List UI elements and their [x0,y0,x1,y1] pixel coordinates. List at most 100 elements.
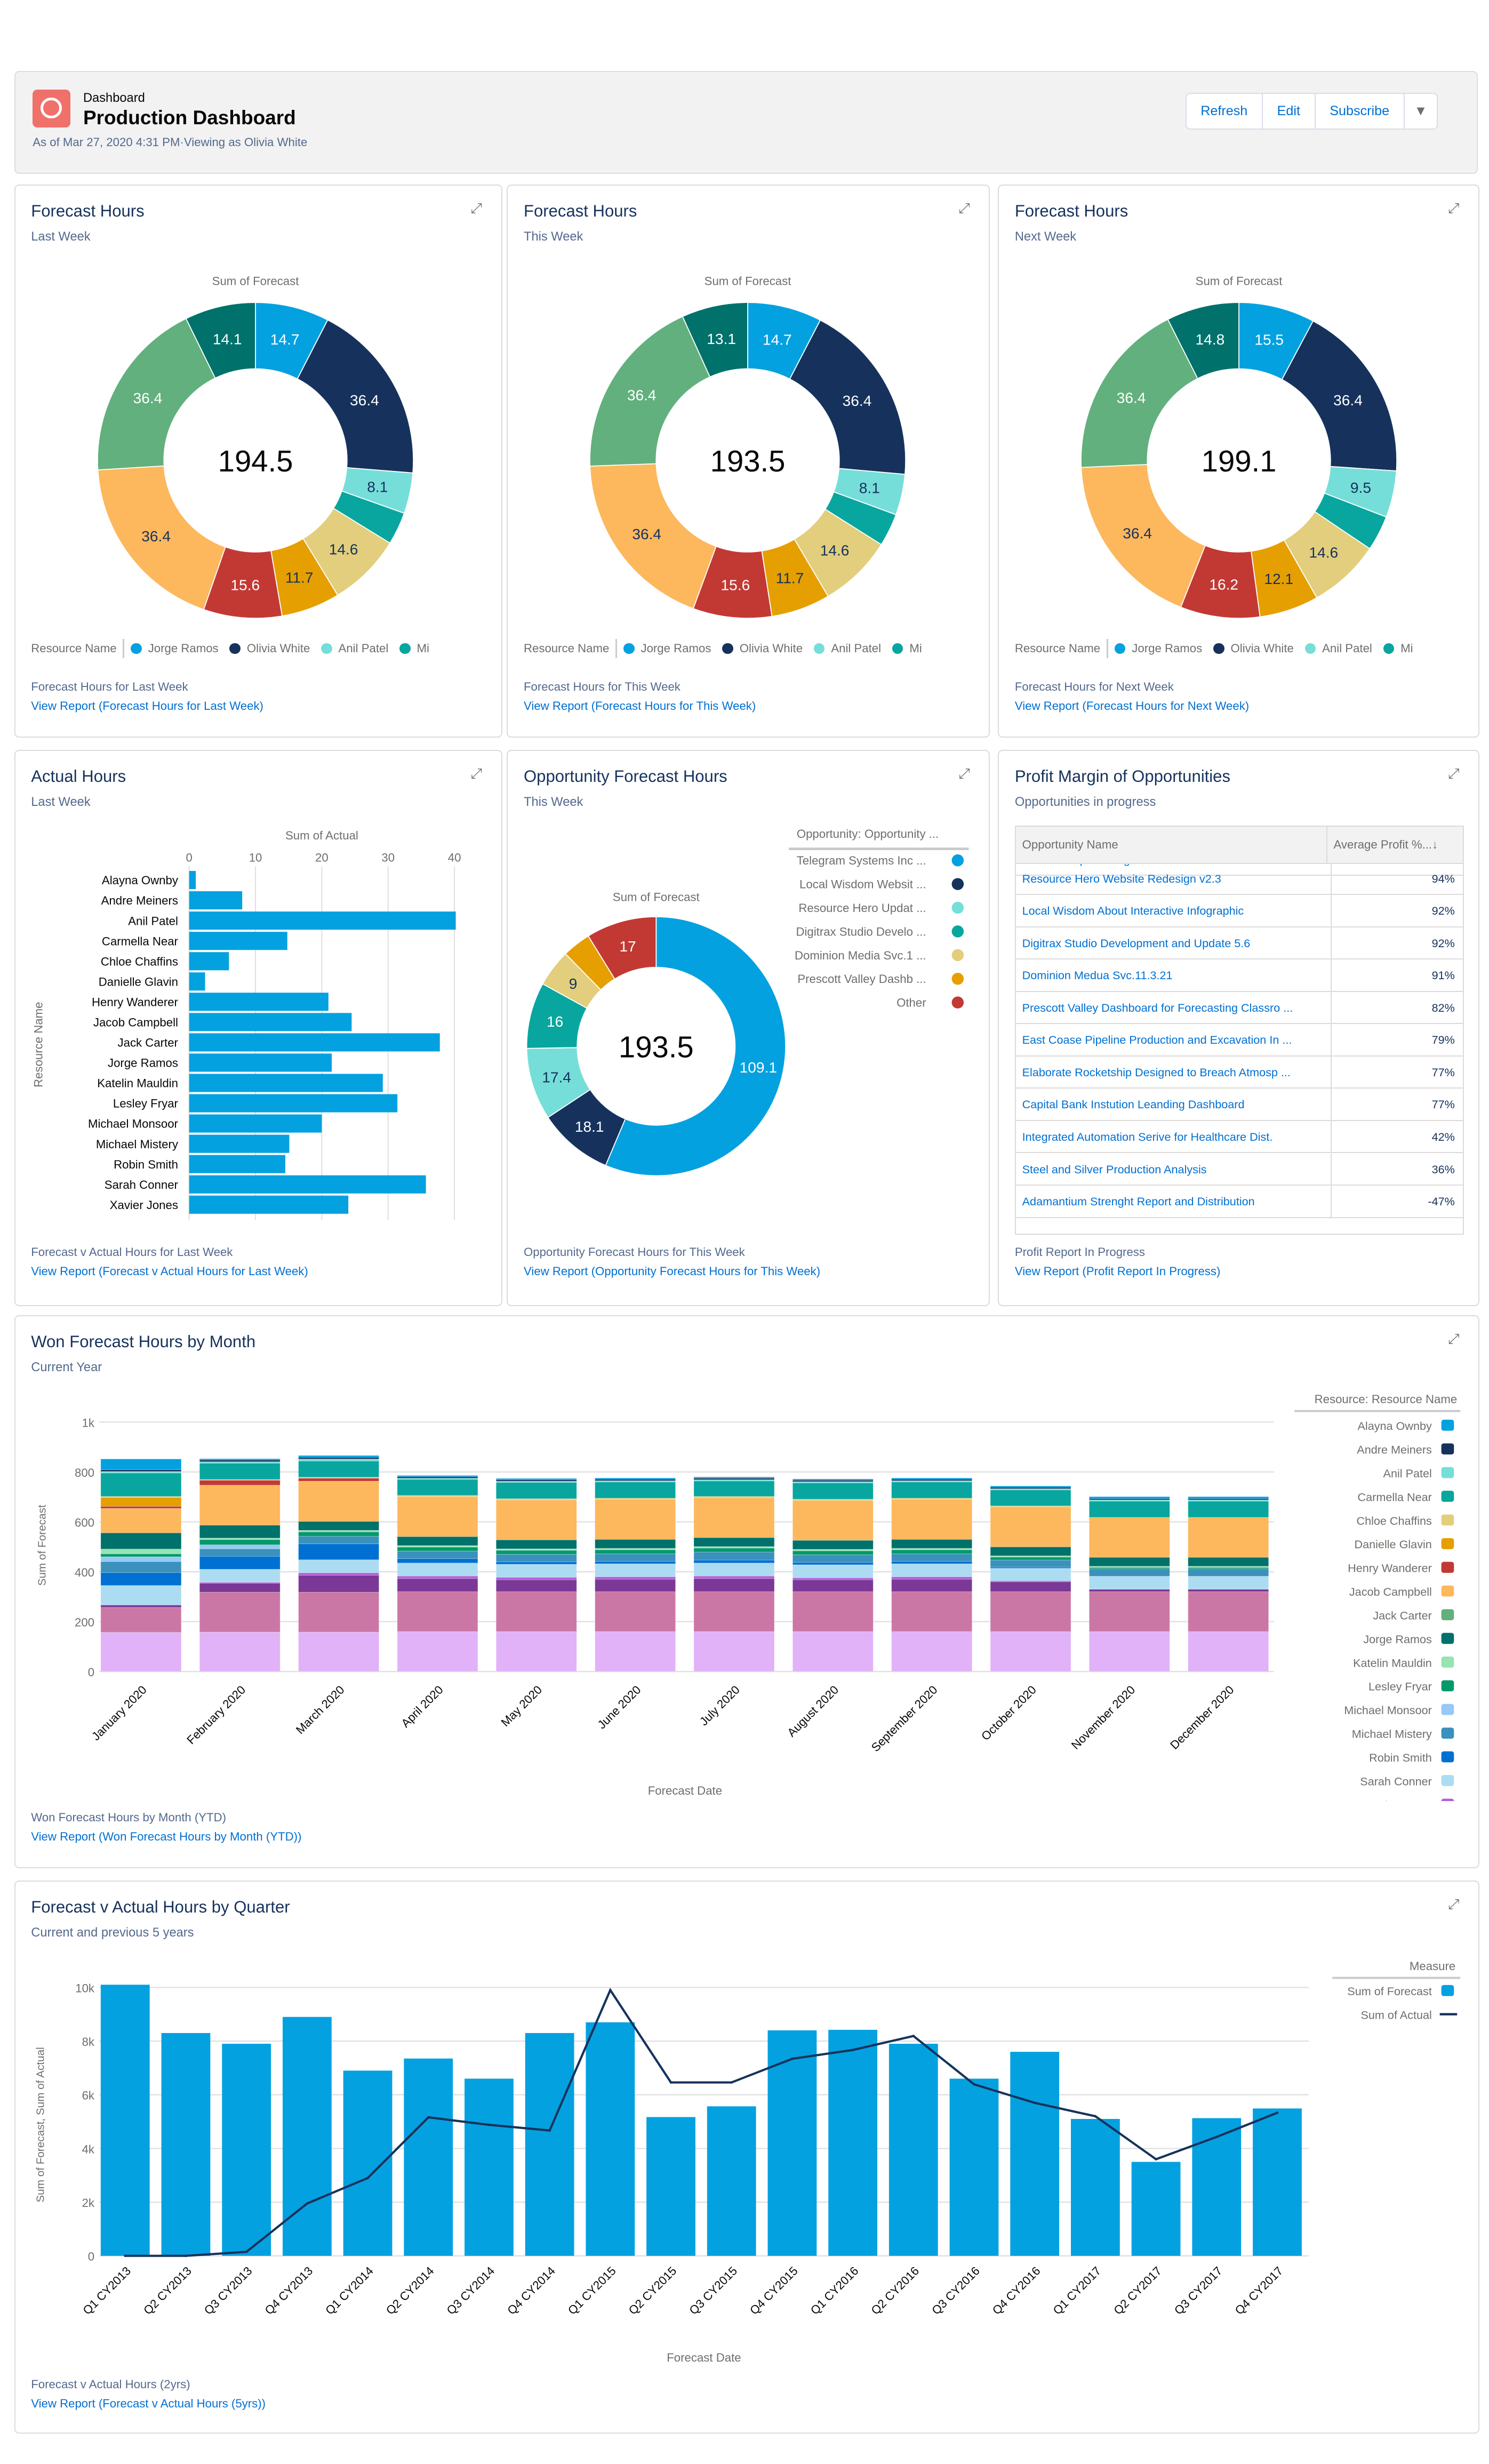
stacked-bar-segment[interactable] [792,1540,874,1550]
table-row[interactable]: Digitrax Studio Development and Update 5… [1015,927,1463,960]
stacked-bar-segment[interactable] [199,1480,281,1486]
legend-item[interactable]: Anil Patel [1304,642,1372,655]
stacked-bar-segment[interactable] [792,1555,874,1563]
stacked-bar-segment[interactable] [693,1591,775,1633]
stacked-bar-segment[interactable] [792,1562,874,1565]
stacked-bar-segment[interactable] [693,1631,775,1672]
legend-item[interactable]: Olivia White [229,642,310,655]
bar[interactable] [189,932,287,950]
legend-label[interactable]: Andre Meiners [1357,1443,1432,1457]
forecast-bar[interactable] [767,2030,816,2257]
stacked-bar-segment[interactable] [594,1577,676,1580]
stacked-bar-segment[interactable] [298,1536,379,1545]
stacked-bar-segment[interactable] [100,1469,181,1472]
legend-label[interactable]: Jacob Campbell [1349,1585,1432,1598]
stacked-bar-segment[interactable] [397,1497,478,1537]
stacked-bar-segment[interactable] [495,1579,577,1593]
stacked-bar-segment[interactable] [792,1578,874,1580]
table-row[interactable]: Steel and Silver Production Analysis 36% [1015,1153,1463,1186]
expand-icon[interactable]: ⤢ [1448,765,1459,782]
actual-line-point[interactable] [548,2129,551,2132]
legend-label[interactable]: Henry Wanderer [1348,1562,1432,1575]
stacked-bar-segment[interactable] [199,1485,281,1526]
stacked-bar-segment[interactable] [1187,1557,1269,1567]
view-report-link[interactable]: View Report (Forecast Hours for Next Wee… [1015,699,1249,713]
bar[interactable] [189,1074,383,1092]
view-report-link[interactable]: View Report (Forecast Hours for This Wee… [524,699,756,713]
view-report-link[interactable]: View Report (Forecast v Actual Hours (5y… [31,2397,266,2411]
stacked-bar-segment[interactable] [397,1475,478,1477]
opportunity-name-link[interactable]: Steel and Silver Production Analysis [1016,1153,1332,1185]
stacked-bar-segment[interactable] [397,1575,478,1579]
stacked-bar-segment[interactable] [990,1581,1071,1593]
stacked-bar-segment[interactable] [1088,1591,1170,1633]
legend-label[interactable]: Danielle Glavin [1354,1538,1431,1551]
view-report-link[interactable]: View Report (Opportunity Forecast Hours … [524,1265,820,1278]
bar[interactable] [189,1094,397,1113]
bar[interactable] [189,1114,322,1133]
table-row[interactable]: Dominion Medua Svc.11.3.21 91% [1015,959,1463,992]
stacked-bar-segment[interactable] [397,1563,478,1577]
opportunity-name-link[interactable]: Capital Bank Instution Leanding Dashboar… [1016,1089,1332,1120]
forecast-bar[interactable] [464,2078,514,2257]
stacked-bar-segment[interactable] [495,1564,577,1578]
stacked-bar-segment[interactable] [1088,1501,1170,1518]
stacked-bar-segment[interactable] [990,1486,1071,1488]
opportunity-name-link[interactable]: Prescott Valley Dashboard for Forecastin… [1016,991,1332,1023]
legend-label[interactable]: Lesley Fryar [1368,1680,1432,1693]
stacked-bar-segment[interactable] [1187,1569,1269,1577]
stacked-bar-segment[interactable] [100,1605,181,1608]
stacked-bar-segment[interactable] [990,1507,1071,1548]
bar[interactable] [189,911,456,930]
bar[interactable] [189,1033,440,1052]
legend-label[interactable]: Dominion Media Svc.1 ... [795,949,926,962]
subscribe-button[interactable]: Subscribe [1316,93,1405,129]
legend-item[interactable]: Olivia White [722,642,803,655]
stacked-bar-segment[interactable] [298,1521,379,1531]
stacked-bar-segment[interactable] [594,1499,676,1540]
stacked-bar-segment[interactable] [990,1631,1071,1672]
stacked-bar-segment[interactable] [594,1563,676,1578]
stacked-bar-segment[interactable] [199,1525,281,1539]
stacked-bar-segment[interactable] [693,1537,775,1547]
stacked-bar-segment[interactable] [495,1482,577,1499]
legend-label[interactable]: Jorge Ramos [1363,1633,1432,1646]
legend-label[interactable]: Resource Hero Updat ... [799,901,926,915]
stacked-bar-segment[interactable] [1088,1497,1170,1499]
table-row[interactable]: Resource Hero Website Redesign v2.3 94% [1015,862,1463,895]
stacked-bar-segment[interactable] [990,1559,1071,1567]
legend-label[interactable]: Other [897,996,927,1010]
stacked-bar-segment[interactable] [298,1455,379,1458]
legend-label[interactable]: Local Wisdom Websit ... [799,878,926,891]
stacked-bar-segment[interactable] [1088,1589,1170,1593]
stacked-bar-segment[interactable] [1088,1517,1170,1558]
column-header-opportunity-name[interactable]: Opportunity Name [1016,826,1327,863]
legend-label[interactable]: Prescott Valley Dashb ... [798,973,926,986]
bar[interactable] [189,1013,351,1031]
stacked-bar-segment[interactable] [100,1607,181,1633]
stacked-bar-segment[interactable] [792,1483,874,1500]
bar[interactable] [189,993,329,1011]
legend-label[interactable]: Digitrax Studio Develo ... [796,925,926,939]
stacked-bar-segment[interactable] [495,1540,577,1549]
stacked-bar-segment[interactable] [298,1481,379,1522]
stacked-bar-segment[interactable] [100,1556,181,1562]
stacked-bar-segment[interactable] [298,1459,379,1462]
stacked-bar-segment[interactable] [891,1482,972,1499]
stacked-bar-segment[interactable] [100,1572,181,1586]
stacked-bar-segment[interactable] [100,1549,181,1555]
legend-label[interactable]: Katelin Mauldin [1353,1657,1432,1670]
stacked-bar-segment[interactable] [891,1539,972,1549]
stacked-bar-segment[interactable] [693,1477,775,1479]
stacked-bar-segment[interactable] [693,1552,775,1561]
legend-label[interactable]: Michael Mistery [1351,1727,1431,1741]
stacked-bar-segment[interactable] [891,1631,972,1672]
stacked-bar-segment[interactable] [397,1551,478,1559]
stacked-bar-segment[interactable] [792,1478,874,1481]
bar[interactable] [189,891,242,910]
bar[interactable] [189,1053,332,1072]
stacked-bar-segment[interactable] [495,1550,577,1555]
legend-item[interactable]: Anil Patel [321,642,388,655]
stacked-bar-segment[interactable] [891,1478,972,1480]
stacked-bar-segment[interactable] [594,1561,676,1564]
